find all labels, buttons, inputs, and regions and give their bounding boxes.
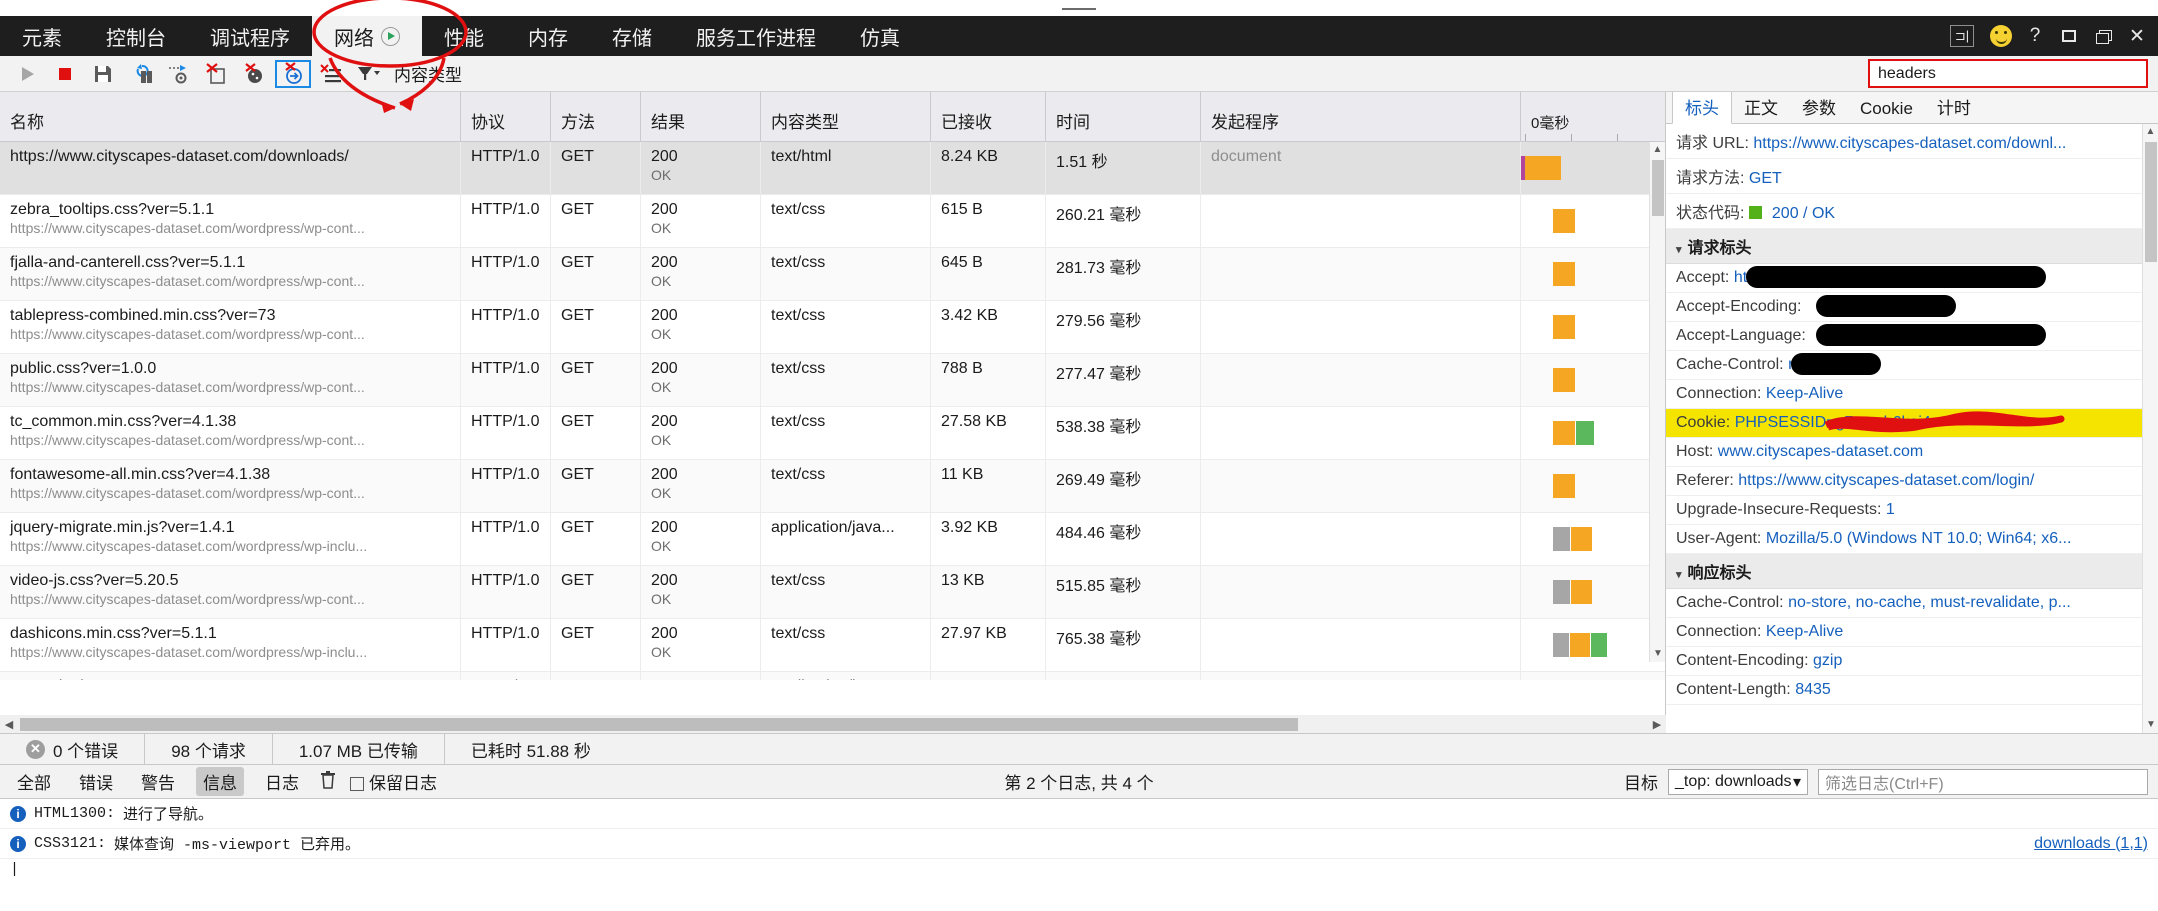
annotation-arrow-left-head: [381, 101, 395, 113]
annotation-ellipse-network-tab: [312, 0, 468, 68]
annotation-overlay: [312, 0, 468, 113]
